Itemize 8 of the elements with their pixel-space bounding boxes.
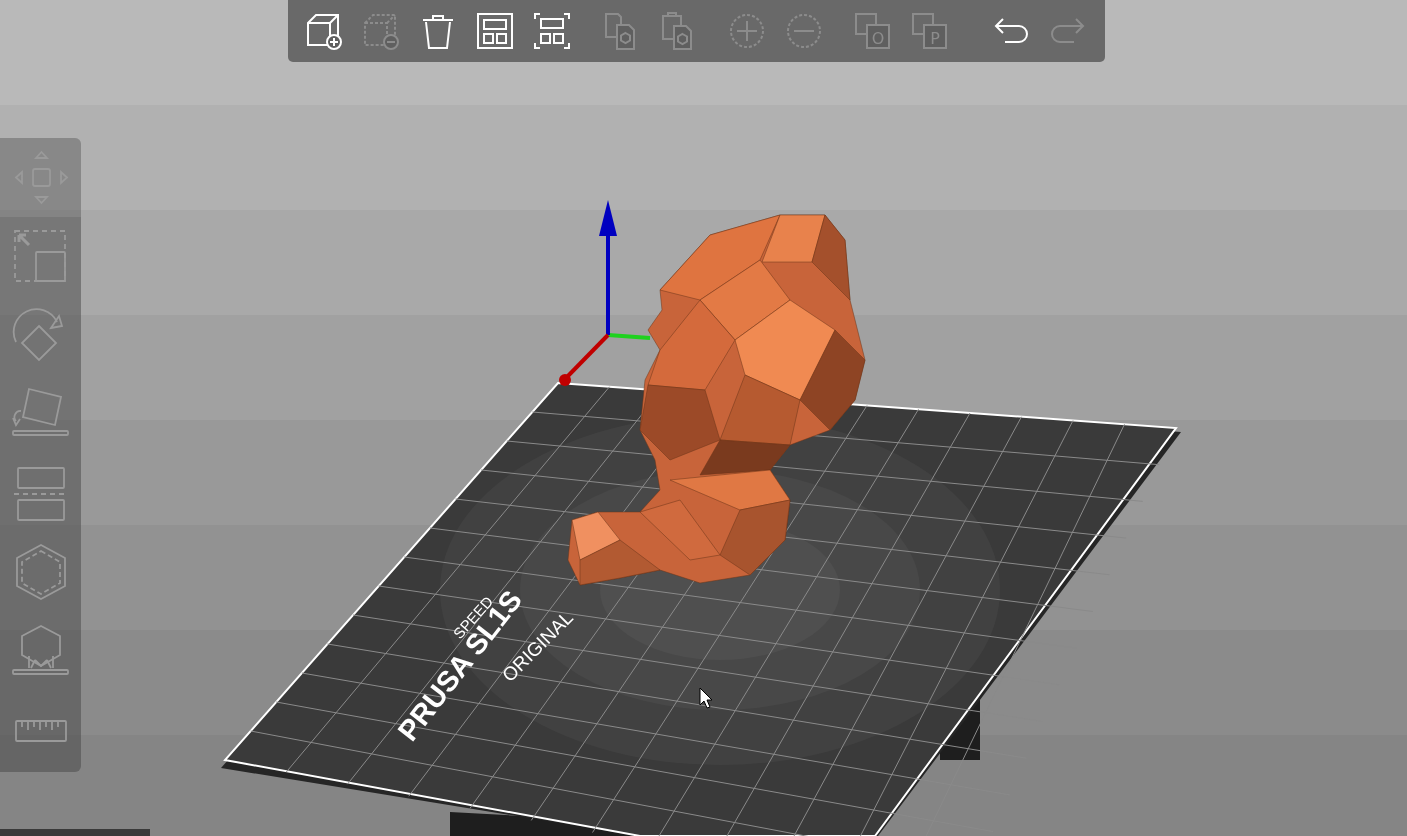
arrange-icon — [475, 11, 515, 51]
plus-circle-icon — [727, 11, 767, 51]
cube-plus-icon — [304, 11, 344, 51]
arrange-selection-icon — [532, 11, 572, 51]
move-tool-button[interactable] — [0, 138, 81, 217]
mouse-cursor-icon — [699, 687, 713, 709]
minus-circle-icon — [784, 11, 824, 51]
cube-minus-icon — [361, 11, 401, 51]
